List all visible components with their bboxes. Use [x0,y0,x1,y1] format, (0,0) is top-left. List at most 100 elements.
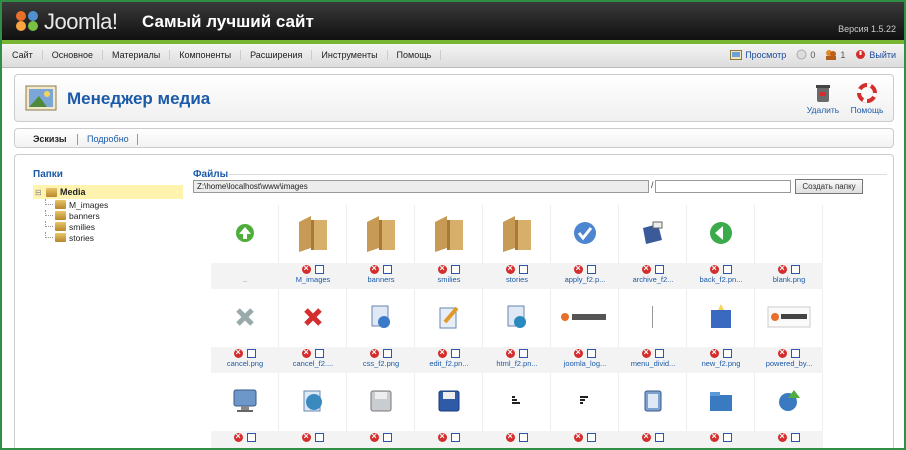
delete-file-icon[interactable] [778,431,787,442]
delete-file-icon[interactable] [370,347,379,358]
file-thumbnail[interactable] [687,289,755,347]
preview-link[interactable]: Просмотр [730,49,786,60]
select-file-checkbox[interactable] [383,433,392,442]
delete-file-icon[interactable] [370,431,379,442]
file-thumbnail[interactable] [483,289,551,347]
select-file-checkbox[interactable] [655,433,664,442]
file-thumbnail[interactable] [687,373,755,431]
file-name[interactable]: powered_by... [755,359,823,368]
file-item[interactable]: stories [483,205,551,289]
file-thumbnail[interactable] [551,373,619,431]
select-file-checkbox[interactable] [315,265,324,274]
file-thumbnail[interactable] [619,205,687,263]
view-details-tab[interactable]: Подробно [87,134,129,144]
delete-file-icon[interactable] [234,347,243,358]
delete-file-icon[interactable] [370,263,379,274]
menu-main[interactable]: Основное [43,50,104,60]
file-thumbnail[interactable] [415,205,483,263]
tree-root-media[interactable]: ⊟ Media [33,185,183,199]
select-file-checkbox[interactable] [723,265,732,274]
file-name[interactable]: menu_divid... [619,359,687,368]
delete-file-icon[interactable] [438,347,447,358]
file-thumbnail[interactable] [211,373,279,431]
file-thumbnail[interactable] [755,289,823,347]
file-thumbnail[interactable] [279,373,347,431]
file-thumbnail[interactable] [415,289,483,347]
select-file-checkbox[interactable] [587,433,596,442]
select-file-checkbox[interactable] [791,349,800,358]
select-file-checkbox[interactable] [383,349,392,358]
delete-file-icon[interactable] [302,431,311,442]
file-item[interactable]: joomla_log... [551,289,619,373]
file-thumbnail[interactable] [551,205,619,263]
file-item[interactable]: M_images [279,205,347,289]
file-name[interactable]: cancel.png [211,359,279,368]
delete-file-icon[interactable] [574,263,583,274]
tree-item-banners[interactable]: banners [33,210,183,221]
file-name[interactable]: .. [211,275,279,284]
file-name[interactable]: back_f2.pn... [687,275,755,284]
delete-file-icon[interactable] [710,263,719,274]
file-item[interactable] [279,373,347,448]
file-name[interactable]: css_f2.png [347,359,415,368]
file-name[interactable]: joomla_log... [551,359,619,368]
file-thumbnail[interactable] [415,373,483,431]
file-item[interactable]: banners [347,205,415,289]
file-item[interactable] [415,373,483,448]
file-item[interactable]: smilies [415,205,483,289]
file-thumbnail[interactable] [551,289,619,347]
file-thumbnail[interactable] [279,205,347,263]
users-count[interactable]: 1 [825,49,845,60]
file-thumbnail[interactable] [347,289,415,347]
new-folder-input[interactable] [655,180,791,193]
delete-file-icon[interactable] [710,347,719,358]
menu-help[interactable]: Помощь [388,50,442,60]
file-thumbnail[interactable] [483,373,551,431]
file-item[interactable]: edit_f2.pn... [415,289,483,373]
view-thumbnails-tab[interactable]: Эскизы [33,134,67,144]
select-file-checkbox[interactable] [247,433,256,442]
select-file-checkbox[interactable] [451,433,460,442]
file-name[interactable]: stories [483,275,551,284]
file-item[interactable]: apply_f2.p... [551,205,619,289]
file-item[interactable]: blank.png [755,205,823,289]
file-name[interactable]: new_f2.png [687,359,755,368]
file-name[interactable]: apply_f2.p... [551,275,619,284]
delete-file-icon[interactable] [438,263,447,274]
select-file-checkbox[interactable] [791,265,800,274]
tree-item-m-images[interactable]: M_images [33,199,183,210]
file-name[interactable]: html_f2.pn... [483,359,551,368]
file-thumbnail[interactable] [347,373,415,431]
select-file-checkbox[interactable] [451,265,460,274]
menu-content[interactable]: Материалы [103,50,171,60]
select-file-checkbox[interactable] [315,349,324,358]
file-name[interactable]: smilies [415,275,483,284]
menu-components[interactable]: Компоненты [170,50,242,60]
file-thumbnail[interactable] [619,373,687,431]
file-item[interactable] [755,373,823,448]
delete-file-icon[interactable] [642,431,651,442]
delete-file-icon[interactable] [642,347,651,358]
delete-file-icon[interactable] [302,263,311,274]
file-thumbnail[interactable] [483,205,551,263]
file-thumbnail[interactable] [619,289,687,347]
file-item[interactable] [551,373,619,448]
select-file-checkbox[interactable] [723,433,732,442]
menu-extensions[interactable]: Расширения [241,50,313,60]
file-name[interactable]: blank.png [755,275,823,284]
select-file-checkbox[interactable] [519,265,528,274]
help-button[interactable]: Помощь [847,83,887,115]
file-thumbnail[interactable] [687,205,755,263]
logout-link[interactable]: Выйти [855,49,896,60]
file-name[interactable]: banners [347,275,415,284]
file-item[interactable]: css_f2.png [347,289,415,373]
delete-file-icon[interactable] [710,431,719,442]
file-item[interactable]: cancel_f2.... [279,289,347,373]
select-file-checkbox[interactable] [519,349,528,358]
file-item[interactable]: archive_f2... [619,205,687,289]
menu-site[interactable]: Сайт [8,50,43,60]
delete-file-icon[interactable] [506,263,515,274]
file-name[interactable]: archive_f2... [619,275,687,284]
delete-file-icon[interactable] [506,431,515,442]
file-item[interactable]: cancel.png [211,289,279,373]
